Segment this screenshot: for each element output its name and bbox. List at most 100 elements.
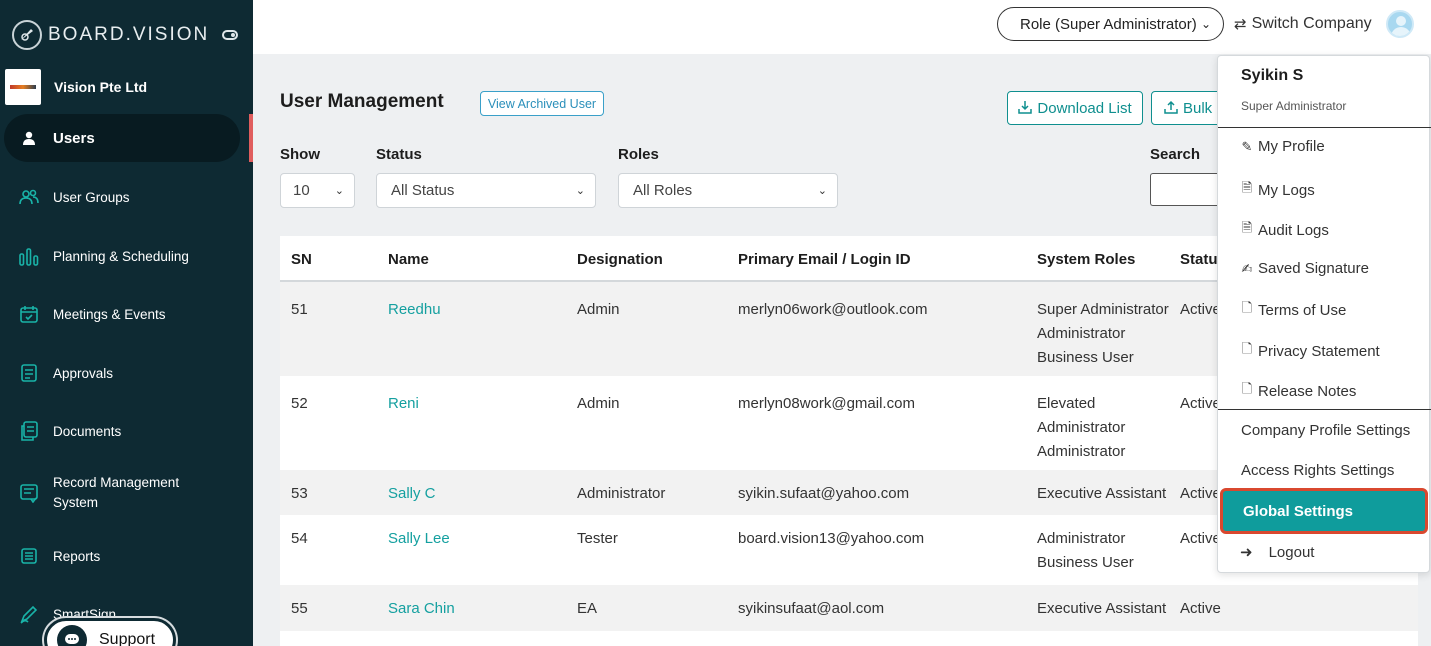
cell-email: syikin.sufaat@yahoo.com: [738, 485, 910, 502]
menu-item-label: Privacy Statement: [1258, 342, 1380, 360]
menu-item-label: Release Notes: [1258, 382, 1357, 400]
menu-item-logout[interactable]: ➜ Logout: [1240, 543, 1314, 562]
cell-sn: 53: [291, 485, 308, 502]
cell-system-roles: Elevated Administrator Administrator: [1037, 392, 1125, 464]
sidebar-item-label: Record Management: [53, 475, 180, 490]
role-entry: Executive Assistant: [1037, 485, 1167, 502]
menu-item-my-profile[interactable]: ✎ My Profile: [1240, 138, 1325, 155]
download-list-label: Download List: [1037, 99, 1132, 117]
sidebar-item-documents[interactable]: Documents: [0, 419, 253, 443]
cell-status: Active: [1180, 395, 1221, 412]
sidebar-item-label: Users: [53, 129, 95, 147]
roles-select-value: All Roles: [633, 182, 693, 199]
bulk-label: Bulk: [1183, 99, 1213, 117]
column-header-system-roles[interactable]: System Roles: [1037, 251, 1135, 268]
menu-divider: [1218, 127, 1431, 128]
file-icon: 🗋: [1241, 381, 1253, 396]
cell-designation: Administrator: [577, 485, 666, 502]
chevron-down-icon: ⌄: [817, 185, 827, 197]
cell-status: Active: [1180, 600, 1221, 617]
cell-designation: Tester: [577, 530, 618, 547]
sidebar-toggle-icon[interactable]: [222, 30, 238, 40]
avatar[interactable]: [1386, 10, 1414, 38]
menu-item-release-notes[interactable]: 🗋 Release Notes: [1240, 380, 1357, 402]
user-name-link[interactable]: Reni: [388, 392, 419, 416]
cell-system-roles: Executive Assistant: [1037, 482, 1166, 506]
cell-designation: Admin: [577, 301, 620, 318]
sidebar-item-users[interactable]: Users: [4, 114, 240, 162]
menu-item-label: My Profile: [1258, 138, 1325, 155]
role-entry: Administrator: [1037, 325, 1126, 342]
sidebar-item-planning[interactable]: Planning & Scheduling: [0, 244, 253, 268]
sidebar-item-label-line2: System: [53, 495, 99, 510]
sidebar: BOARD.VISION Vision Pte Ltd Users User G…: [0, 0, 253, 646]
column-header-designation[interactable]: Designation: [577, 251, 663, 268]
cell-status: Active: [1180, 530, 1221, 547]
table-row: 55 Sara Chin EA syikinsufaat@aol.com Exe…: [280, 585, 1418, 631]
brand[interactable]: BOARD.VISION: [12, 20, 209, 50]
status-select[interactable]: All Status ⌄: [376, 173, 596, 208]
calendar-icon: [18, 303, 40, 325]
menu-item-access-rights-settings[interactable]: Access Rights Settings: [1241, 462, 1394, 479]
menu-item-terms-of-use[interactable]: 🗋 Terms of Use: [1240, 299, 1347, 321]
file-icon: 🗋: [1241, 341, 1253, 356]
switch-company-label: Switch Company: [1251, 15, 1372, 32]
menu-item-privacy-statement[interactable]: 🗋 Privacy Statement: [1240, 340, 1380, 362]
user-name-link[interactable]: Reedhu: [388, 298, 441, 322]
sidebar-item-label: Planning & Scheduling: [53, 248, 189, 264]
menu-item-my-logs[interactable]: 🗎 My Logs: [1240, 179, 1315, 201]
approval-icon: [18, 362, 40, 384]
user-name-link[interactable]: Sally C: [388, 482, 436, 506]
sidebar-item-approvals[interactable]: Approvals: [0, 361, 253, 385]
sidebar-item-user-groups[interactable]: User Groups: [0, 185, 253, 209]
search-label: Search: [1150, 146, 1201, 163]
roles-label: Roles: [618, 146, 659, 163]
menu-item-global-settings[interactable]: Global Settings: [1220, 488, 1428, 534]
role-entry: Elevated: [1037, 395, 1096, 412]
chat-icon: [57, 625, 87, 646]
brand-logo-icon: [12, 20, 42, 50]
menu-item-company-profile-settings[interactable]: Company Profile Settings: [1241, 422, 1410, 439]
signature-icon: ✍: [1241, 260, 1253, 276]
user-icon: [18, 127, 40, 149]
upload-icon: [1164, 100, 1178, 117]
menu-item-label: My Logs: [1258, 181, 1315, 199]
company-logo: [5, 69, 41, 105]
chevron-down-icon: ⌄: [575, 185, 585, 197]
swap-icon: ⇄: [1234, 16, 1247, 33]
switch-company-button[interactable]: ⇄ Switch Company: [1234, 12, 1372, 36]
user-name-link[interactable]: Sara Chin: [388, 597, 455, 621]
roles-select[interactable]: All Roles ⌄: [618, 173, 838, 208]
menu-item-saved-signature[interactable]: ✍ Saved Signature: [1240, 260, 1369, 277]
logout-icon: ➜: [1240, 544, 1253, 561]
sidebar-item-reports[interactable]: Reports: [0, 544, 253, 568]
sidebar-item-meetings[interactable]: Meetings & Events: [0, 302, 253, 326]
cell-sn: 51: [291, 301, 308, 318]
menu-user-name: Syikin S: [1241, 67, 1304, 84]
menu-item-audit-logs[interactable]: 🗎 Audit Logs: [1240, 219, 1329, 241]
menu-item-label: Audit Logs: [1258, 221, 1329, 239]
download-icon: [1018, 100, 1033, 117]
sidebar-item-label: User Groups: [53, 189, 130, 205]
column-header-name[interactable]: Name: [388, 251, 429, 268]
cell-designation: EA: [577, 600, 598, 617]
sidebar-item-record-management[interactable]: Record Management System: [0, 472, 253, 514]
column-header-sn[interactable]: SN: [291, 251, 312, 268]
pen-icon: [18, 603, 40, 625]
download-list-button[interactable]: Download List: [1007, 91, 1143, 125]
company-switcher[interactable]: Vision Pte Ltd: [5, 69, 147, 105]
column-header-email[interactable]: Primary Email / Login ID: [738, 251, 911, 268]
role-entry: Administrator: [1037, 419, 1126, 436]
menu-item-label: Saved Signature: [1258, 260, 1369, 277]
show-entries-select[interactable]: 10 ⌄: [280, 173, 355, 208]
support-label: Support: [99, 631, 156, 646]
role-selector[interactable]: Role (Super Administrator) ⌄: [997, 7, 1224, 41]
cell-system-roles: Super Administrator Administrator Busine…: [1037, 298, 1169, 370]
sidebar-item-label: Reports: [53, 548, 101, 564]
reports-icon: [18, 545, 40, 567]
user-name-link[interactable]: Sally Lee: [388, 527, 450, 551]
cell-email: merlyn08work@gmail.com: [738, 395, 915, 412]
view-archived-user-button[interactable]: View Archived User: [480, 91, 604, 116]
support-button[interactable]: Support: [44, 618, 176, 646]
role-entry: Administrator: [1037, 530, 1126, 547]
